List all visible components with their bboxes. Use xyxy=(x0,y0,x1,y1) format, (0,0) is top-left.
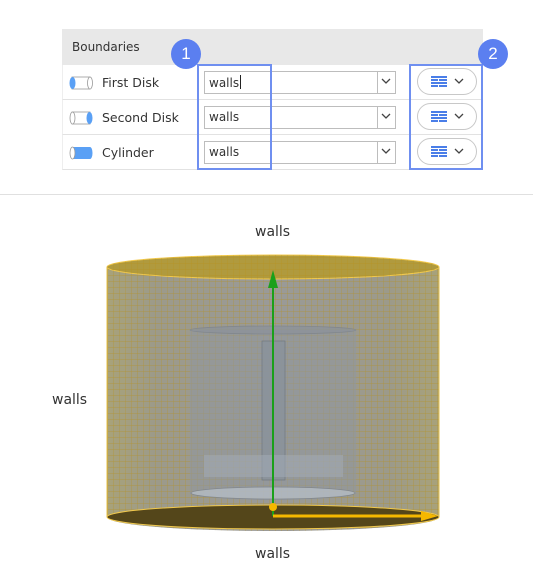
bottom-boundary-label: walls xyxy=(255,546,291,562)
top-boundary-label: walls xyxy=(255,224,291,240)
origin-marker xyxy=(269,503,277,511)
geometry-viewport[interactable] xyxy=(0,0,533,586)
side-boundary-label: walls xyxy=(52,392,88,408)
